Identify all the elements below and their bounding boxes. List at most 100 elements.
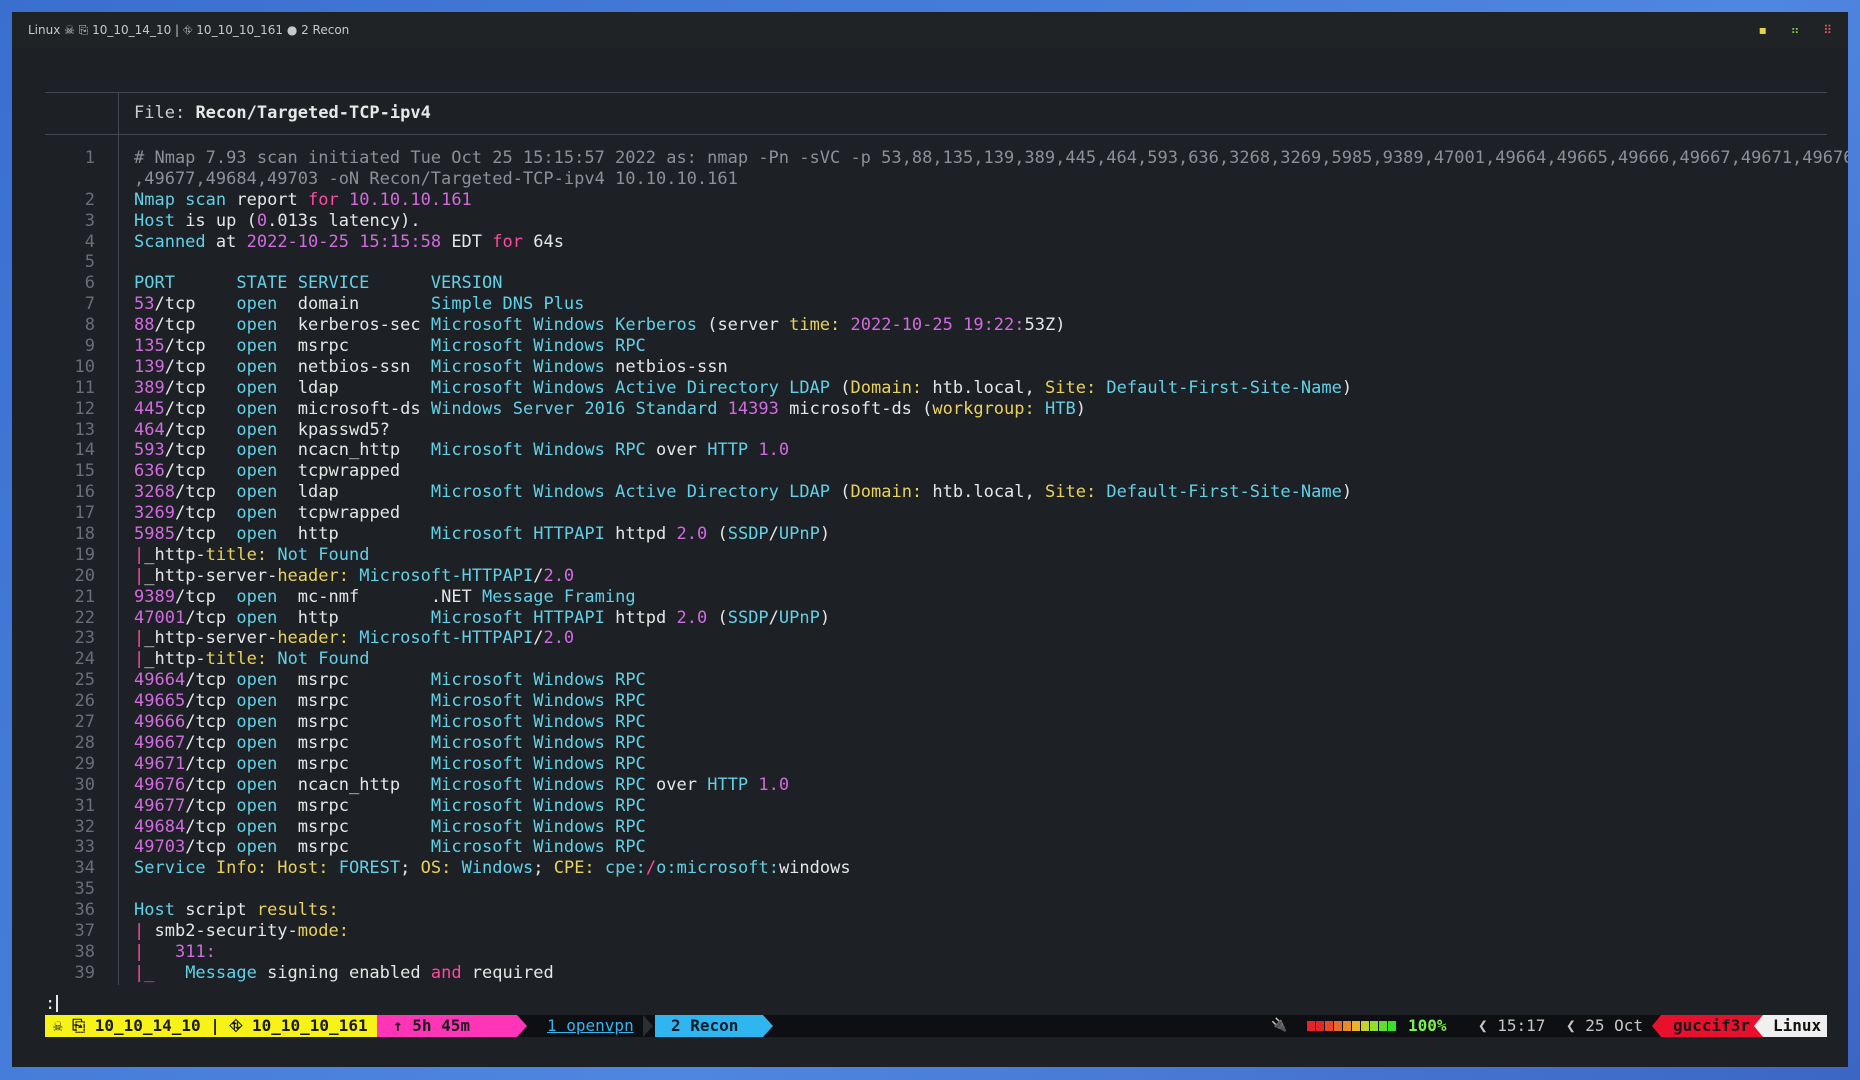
line-number: 33 bbox=[74, 837, 95, 858]
token: msrpc bbox=[297, 712, 431, 733]
window-titlebar: Linux ☠ ⎘ 10_10_14_10 | ⛗ 10_10_10_161 ●… bbox=[12, 12, 1848, 48]
token: 49667 bbox=[134, 732, 186, 753]
code-line: 26 49665/tcp open msrpc Microsoft Windows… bbox=[45, 691, 1827, 712]
token: /tcp bbox=[185, 607, 237, 628]
line-number: 4 bbox=[84, 231, 95, 252]
close-icon[interactable]: ⠿ bbox=[1823, 12, 1832, 48]
battery-cell bbox=[1334, 1021, 1342, 1031]
token: 49665 bbox=[134, 691, 186, 712]
token: open bbox=[236, 795, 298, 816]
token: 2.0 bbox=[676, 607, 718, 628]
token: kerberos-sec bbox=[297, 315, 431, 336]
minimize-icon[interactable]: ▪ bbox=[1759, 12, 1767, 48]
token: _http-server- bbox=[144, 628, 278, 649]
terminal-window: Linux ☠ ⎘ 10_10_14_10 | ⛗ 10_10_10_161 ●… bbox=[12, 12, 1848, 1067]
battery-cell bbox=[1316, 1021, 1324, 1031]
token: Microsoft Windows RPC bbox=[430, 670, 646, 691]
line-number: 14 bbox=[74, 440, 95, 461]
code-line: 23 |_http-server-header: Microsoft-HTTPAP… bbox=[45, 628, 1827, 649]
user-label: guccif3r bbox=[1673, 1016, 1751, 1035]
token: htb.local, bbox=[932, 377, 1045, 398]
token: Microsoft Windows RPC bbox=[430, 795, 646, 816]
token: Microsoft HTTPAPI bbox=[430, 524, 616, 545]
token: 14393 bbox=[727, 398, 790, 419]
code-line: 31 49677/tcp open msrpc Microsoft Windows… bbox=[45, 796, 1827, 817]
code-line: 24 |_http-title: Not Found bbox=[45, 649, 1827, 670]
token: | bbox=[134, 920, 155, 941]
token: FOREST bbox=[338, 858, 401, 879]
date: ❮ 25 Oct bbox=[1566, 1016, 1644, 1035]
token: ldap bbox=[297, 482, 431, 503]
code-line: 37 | smb2-security-mode: bbox=[45, 921, 1827, 942]
window-tab-1[interactable]: 1 openvpn bbox=[535, 1015, 643, 1037]
token: Microsoft Windows bbox=[430, 356, 616, 377]
token: 49676 bbox=[134, 774, 186, 795]
token: 135 bbox=[134, 336, 165, 357]
token: Windows Server 2016 Standard bbox=[430, 398, 728, 419]
token: /tcp bbox=[174, 503, 237, 524]
code-line: 21 9389/tcp open mc-nmf .NET Message Fram… bbox=[45, 587, 1827, 608]
token: Microsoft Windows RPC bbox=[430, 691, 646, 712]
token: open bbox=[236, 461, 298, 482]
line-number: 30 bbox=[74, 774, 95, 795]
token: /tcp bbox=[185, 795, 237, 816]
code-line: 34 Service Info: Host: FOREST; OS: Window… bbox=[45, 858, 1827, 879]
token: /tcp bbox=[164, 377, 237, 398]
token: 389 bbox=[134, 377, 165, 398]
token: HTB bbox=[1044, 398, 1076, 419]
token: 1.0 bbox=[758, 774, 790, 795]
terminal-pane[interactable]: File: Recon/Targeted-TCP-ipv4 1 # Nmap 7.… bbox=[45, 92, 1848, 1037]
battery-cell bbox=[1370, 1021, 1378, 1031]
line-number: 16 bbox=[74, 482, 95, 503]
line-text: # Nmap 7.93 scan initiated Tue Oct 25 15… bbox=[134, 148, 1848, 169]
line-text: 49703/tcp open msrpc Microsoft Windows R… bbox=[134, 837, 646, 858]
token: open bbox=[236, 315, 298, 336]
token: # Nmap 7.93 scan initiated Tue Oct 25 15… bbox=[134, 148, 1848, 168]
separator-arrow-icon bbox=[763, 1015, 773, 1037]
token: 47001 bbox=[134, 607, 186, 628]
token: 49703 bbox=[134, 837, 186, 858]
token: ; bbox=[533, 858, 554, 879]
code-line: 15 636/tcp open tcpwrapped bbox=[45, 461, 1827, 482]
code-view[interactable]: 1 # Nmap 7.93 scan initiated Tue Oct 25 1… bbox=[45, 148, 1848, 984]
code-line: 8 88/tcp open kerberos-sec Microsoft Wind… bbox=[45, 315, 1827, 336]
token: open bbox=[236, 294, 298, 315]
line-number: 37 bbox=[74, 920, 95, 941]
line-number: 25 bbox=[74, 670, 95, 691]
token: msrpc bbox=[297, 753, 431, 774]
power-plug-icon: 🔌 bbox=[1271, 1018, 1288, 1033]
line-text: 9389/tcp open mc-nmf .NET Message Framin… bbox=[134, 587, 636, 608]
token: Site: bbox=[1045, 482, 1107, 503]
line-text: 49664/tcp open msrpc Microsoft Windows R… bbox=[134, 670, 646, 691]
line-text: PORT STATE SERVICE VERSION bbox=[134, 273, 502, 294]
token: /tcp bbox=[185, 774, 237, 795]
token: Domain: bbox=[850, 377, 933, 398]
token: / bbox=[645, 858, 657, 879]
line-number: 1 bbox=[84, 148, 95, 168]
command-prompt[interactable]: : bbox=[45, 994, 59, 1014]
line-number: 21 bbox=[74, 586, 95, 607]
token: Not Found bbox=[277, 649, 370, 670]
token: 10.10.10.161 bbox=[348, 189, 472, 210]
token: Default-First-Site-Name bbox=[1106, 482, 1342, 503]
token: open bbox=[236, 691, 298, 712]
code-line: 35 bbox=[45, 879, 1827, 900]
token: /tcp bbox=[185, 670, 237, 691]
token: 49664 bbox=[134, 670, 186, 691]
token: /tcp bbox=[185, 712, 237, 733]
token: ) bbox=[819, 524, 831, 545]
battery-cell bbox=[1343, 1021, 1351, 1031]
token: / bbox=[533, 565, 544, 586]
code-line: 13 464/tcp open kpasswd5? bbox=[45, 420, 1827, 441]
token: domain bbox=[297, 294, 431, 315]
token: open bbox=[236, 503, 298, 524]
code-line: 27 49666/tcp open msrpc Microsoft Windows… bbox=[45, 712, 1827, 733]
token: Microsoft Windows RPC bbox=[430, 816, 646, 837]
token: Microsoft-HTTPAPI bbox=[359, 628, 534, 649]
battery-percent: 100% bbox=[1408, 1016, 1447, 1035]
token: OS: bbox=[420, 858, 462, 879]
os-label: Linux bbox=[1773, 1016, 1822, 1035]
maximize-icon[interactable]: ⠶ bbox=[1791, 12, 1800, 48]
line-number: 19 bbox=[74, 544, 95, 565]
window-tab-2[interactable]: 2 Recon bbox=[655, 1015, 763, 1037]
